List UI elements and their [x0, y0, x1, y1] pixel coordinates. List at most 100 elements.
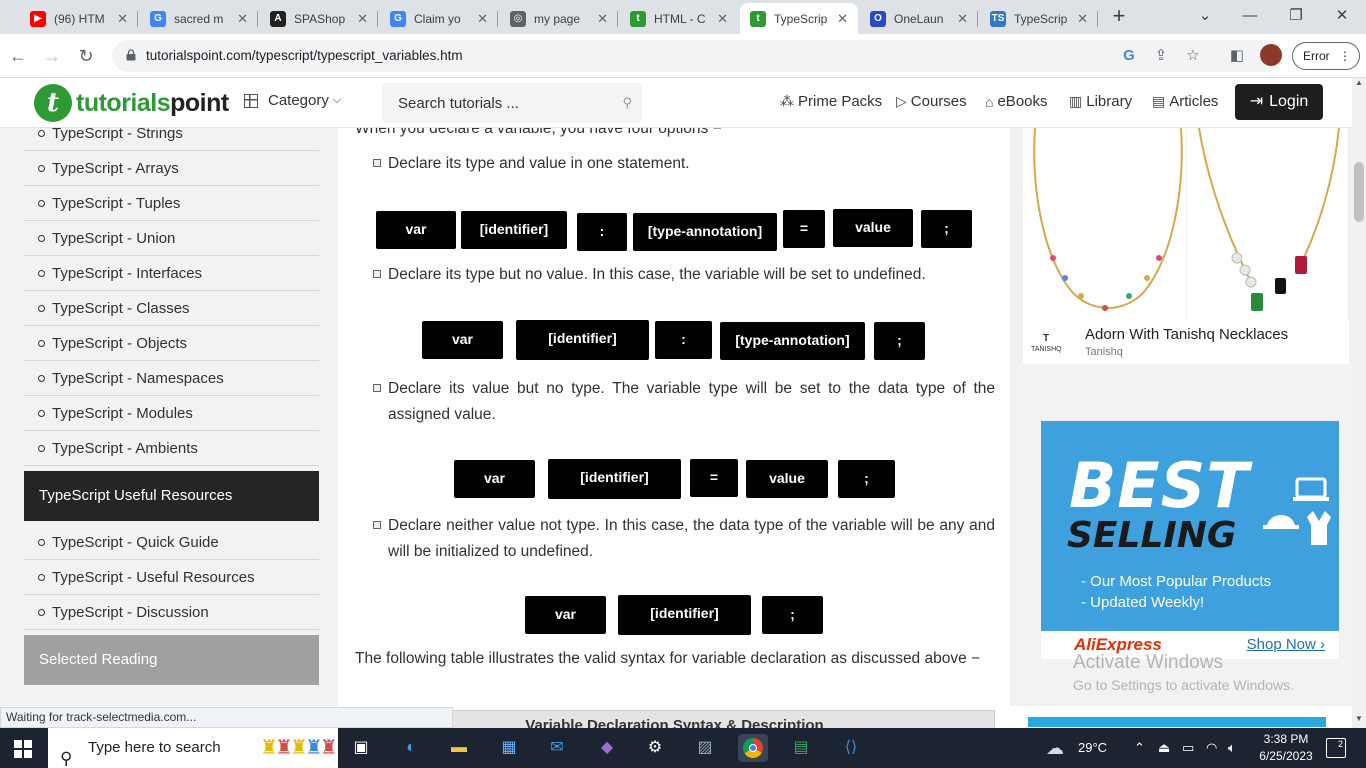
tab-close-icon[interactable]: ✕: [837, 11, 848, 27]
category-dropdown[interactable]: Category ⌵: [244, 92, 341, 109]
restore-button[interactable]: ❐: [1274, 3, 1318, 29]
sidebar-item[interactable]: TypeScript - Objects: [24, 326, 319, 361]
sidebar-item[interactable]: TypeScript - Ambients: [24, 431, 319, 466]
sidebar-item[interactable]: TypeScript - Namespaces: [24, 361, 319, 396]
scroll-up-arrow-icon[interactable]: ▲: [1355, 78, 1363, 87]
close-window-button[interactable]: ✕: [1320, 3, 1364, 29]
sheets-icon[interactable]: ▤: [786, 734, 816, 762]
scrollbar-thumb[interactable]: [1354, 162, 1364, 222]
tab-close-icon[interactable]: ✕: [357, 11, 368, 27]
weather-temp[interactable]: 29°C: [1078, 728, 1107, 768]
tab-close-icon[interactable]: ✕: [957, 11, 968, 27]
tab-search-icon[interactable]: ⌄: [1183, 3, 1227, 29]
bookmark-star-icon[interactable]: ☆: [1184, 47, 1202, 65]
weather-icon[interactable]: ☁: [1046, 728, 1064, 768]
windows-start-icon[interactable]: [14, 740, 32, 758]
nav-articles[interactable]: ▤ Articles: [1152, 93, 1218, 110]
tab-2[interactable]: Gsacred m ✕: [140, 3, 258, 34]
settings-gear-icon[interactable]: ⚙: [640, 734, 670, 762]
notification-center-icon[interactable]: 2: [1326, 738, 1346, 758]
tab-1[interactable]: ▶ (96) HTM ✕: [20, 3, 138, 34]
tab-close-icon[interactable]: ✕: [117, 11, 128, 27]
nav-ebooks[interactable]: ⌂ eBooks: [985, 93, 1048, 110]
taskbar-clock[interactable]: 3:38 PM 6/25/2023: [1256, 731, 1316, 765]
reload-button[interactable]: ↻: [74, 44, 98, 68]
side-panel-icon[interactable]: ◧: [1228, 47, 1246, 65]
new-tab-button[interactable]: +: [1106, 5, 1132, 29]
taskbar-search[interactable]: ⚲ Type here to search ♜♜♜♜♜: [48, 728, 338, 768]
tab-label: SPAShop: [294, 11, 346, 26]
page-scrollbar[interactable]: ▲ ▼: [1352, 78, 1366, 728]
edge-icon[interactable]: ◐: [396, 734, 426, 762]
wifi-icon[interactable]: ◠: [1206, 728, 1217, 768]
tab-4[interactable]: G Claim yo ✕: [380, 3, 498, 34]
file-explorer-icon[interactable]: ▬: [444, 734, 474, 762]
sidebar-item[interactable]: TypeScript - Strings: [24, 128, 319, 151]
search-icon[interactable]: ⚲: [622, 95, 632, 111]
error-button[interactable]: Error ⋮: [1292, 42, 1360, 70]
url-text: tutorialspoint.com/typescript/typescript…: [146, 48, 463, 63]
forward-button[interactable]: →: [40, 44, 64, 68]
scroll-down-arrow-icon[interactable]: ▼: [1355, 714, 1363, 723]
tab-close-icon[interactable]: ✕: [597, 11, 608, 27]
main-content: When you declare a variable, you have fo…: [339, 128, 1009, 706]
visual-studio-icon[interactable]: ◆: [592, 734, 622, 762]
sidebar-resource-item[interactable]: TypeScript - Quick Guide: [24, 525, 319, 560]
shop-now-link[interactable]: Shop Now ›: [1247, 636, 1325, 653]
sidebar-item[interactable]: TypeScript - Arrays: [24, 151, 319, 186]
nav-library[interactable]: ▥ Library: [1069, 93, 1132, 110]
share-icon[interactable]: ⇪: [1152, 47, 1170, 65]
back-button[interactable]: ←: [6, 44, 30, 68]
nav-courses[interactable]: ▷ Courses: [896, 93, 967, 110]
login-button[interactable]: ⇥ Login: [1235, 84, 1323, 120]
vscode-icon[interactable]: ⟨⟩: [836, 734, 866, 762]
sidebar-item[interactable]: TypeScript - Interfaces: [24, 256, 319, 291]
profile-avatar[interactable]: [1260, 44, 1282, 66]
search-input[interactable]: [382, 83, 602, 123]
volume-icon[interactable]: 🔈︎: [1228, 728, 1236, 768]
chrome-icon[interactable]: [738, 734, 768, 762]
sidebar-item[interactable]: TypeScript - Classes: [24, 291, 319, 326]
grid-icon: [244, 93, 258, 108]
tab-separator: [377, 11, 378, 27]
more-menu-icon: ⋮: [1339, 49, 1351, 63]
tray-usb-icon[interactable]: ⏏: [1158, 728, 1170, 768]
tab-8[interactable]: O OneLaun ✕: [860, 3, 978, 34]
nav-prime-packs[interactable]: ⁂ Prime Packs: [780, 93, 882, 110]
tanishq-ad[interactable]: T TANISHQ Adorn With Tanishq Necklaces Ta…: [1023, 128, 1349, 364]
tab-6[interactable]: t HTML - C ✕: [620, 3, 738, 34]
lock-icon[interactable]: [126, 49, 136, 61]
error-label: Error: [1303, 49, 1330, 63]
mail-icon[interactable]: ✉: [542, 734, 572, 762]
sidebar-resource-item[interactable]: TypeScript - Useful Resources: [24, 560, 319, 595]
photos-icon[interactable]: ▨: [690, 734, 720, 762]
tab-9[interactable]: TS TypeScrip ✕: [980, 3, 1098, 34]
tab-close-icon[interactable]: ✕: [237, 11, 248, 27]
aliexpress-banner[interactable]: BEST SELLING - Our Most Popular Products…: [1041, 421, 1339, 659]
sidebar-item[interactable]: TypeScript - Union: [24, 221, 319, 256]
tab-separator: [137, 11, 138, 27]
battery-icon[interactable]: ▭: [1182, 728, 1194, 768]
sidebar-item[interactable]: TypeScript - Tuples: [24, 186, 319, 221]
tab-close-icon[interactable]: ✕: [477, 11, 488, 27]
option-1-text: Declare its type and value in one statem…: [355, 151, 995, 177]
address-bar[interactable]: tutorialspoint.com/typescript/typescript…: [112, 40, 1282, 72]
tray-chevron-icon[interactable]: ⌃: [1134, 728, 1145, 768]
sidebar-resource-item[interactable]: TypeScript - Discussion: [24, 595, 319, 630]
store-icon[interactable]: ▦: [494, 734, 524, 762]
site-logo[interactable]: t tutorialspoint: [34, 84, 229, 122]
minimize-button[interactable]: —: [1228, 3, 1272, 29]
banner-selling: SELLING: [1067, 515, 1237, 556]
google-icon[interactable]: G: [1120, 47, 1138, 65]
tab-5[interactable]: ◎ my page ✕: [500, 3, 618, 34]
tab-7[interactable]: t TypeScrip ✕: [740, 3, 858, 34]
ad-title[interactable]: Adorn With Tanishq Necklaces: [1085, 326, 1288, 343]
tab-3[interactable]: A SPAShop ✕: [260, 3, 378, 34]
tab-close-icon[interactable]: ✕: [1077, 11, 1088, 27]
tab-close-icon[interactable]: ✕: [717, 11, 728, 27]
sidebar-item[interactable]: TypeScript - Modules: [24, 396, 319, 431]
task-view-icon[interactable]: ▣: [346, 734, 376, 762]
notification-count: 2: [1337, 739, 1343, 749]
kw-semicolon: ;: [874, 322, 925, 360]
sidebar-item-upsc[interactable]: UPSC IAS Exams Notes: [24, 694, 319, 706]
